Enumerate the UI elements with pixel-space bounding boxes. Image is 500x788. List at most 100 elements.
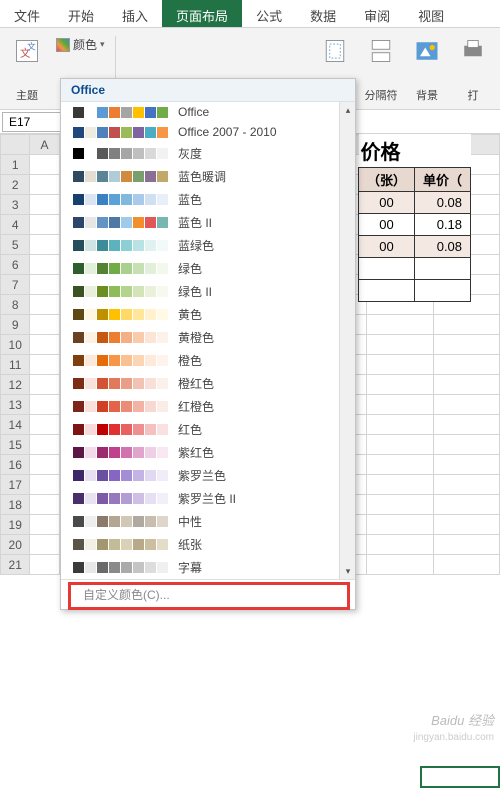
cell[interactable] xyxy=(433,455,499,475)
cell[interactable] xyxy=(30,315,59,335)
cell[interactable] xyxy=(433,315,499,335)
row-header-3[interactable]: 3 xyxy=(1,195,30,215)
cell[interactable] xyxy=(367,335,433,355)
cell[interactable] xyxy=(30,535,59,555)
theme-字幕[interactable]: 字幕 xyxy=(61,556,355,579)
tab-开始[interactable]: 开始 xyxy=(54,0,108,27)
cell[interactable] xyxy=(30,395,59,415)
theme-黄橙色[interactable]: 黄橙色 xyxy=(61,326,355,349)
cell[interactable] xyxy=(367,315,433,335)
cell[interactable] xyxy=(30,235,59,255)
cell[interactable] xyxy=(30,215,59,235)
theme-黄色[interactable]: 黄色 xyxy=(61,303,355,326)
row-header-11[interactable]: 11 xyxy=(1,355,30,375)
cell[interactable] xyxy=(433,335,499,355)
theme-紫罗兰色 II[interactable]: 紫罗兰色 II xyxy=(61,487,355,510)
row-header-7[interactable]: 7 xyxy=(1,275,30,295)
tab-数据[interactable]: 数据 xyxy=(296,0,350,27)
cell[interactable] xyxy=(30,195,59,215)
theme-纸张[interactable]: 纸张 xyxy=(61,533,355,556)
row-header-17[interactable]: 17 xyxy=(1,475,30,495)
row-header-1[interactable]: 1 xyxy=(1,155,30,175)
cell[interactable] xyxy=(30,475,59,495)
row-header-18[interactable]: 18 xyxy=(1,495,30,515)
theme-绿色[interactable]: 绿色 xyxy=(61,257,355,280)
row-header-10[interactable]: 10 xyxy=(1,335,30,355)
theme-橙红色[interactable]: 橙红色 xyxy=(61,372,355,395)
theme-蓝色[interactable]: 蓝色 xyxy=(61,188,355,211)
row-header-14[interactable]: 14 xyxy=(1,415,30,435)
colors-button[interactable]: 颜色 ▾ xyxy=(52,34,109,55)
breaks-button[interactable]: 分隔符 xyxy=(360,32,402,105)
scroll-up-icon[interactable]: ▴ xyxy=(340,102,355,118)
cell[interactable] xyxy=(30,555,59,575)
cell[interactable] xyxy=(367,435,433,455)
theme-灰度[interactable]: 灰度 xyxy=(61,142,355,165)
col-header-A[interactable]: A xyxy=(30,135,59,155)
cell[interactable] xyxy=(30,415,59,435)
tab-文件[interactable]: 文件 xyxy=(0,0,54,27)
row-header-15[interactable]: 15 xyxy=(1,435,30,455)
cell[interactable] xyxy=(30,275,59,295)
row-header-2[interactable]: 2 xyxy=(1,175,30,195)
cell[interactable] xyxy=(367,535,433,555)
cell[interactable] xyxy=(30,335,59,355)
select-all[interactable] xyxy=(1,135,30,155)
theme-蓝绿色[interactable]: 蓝绿色 xyxy=(61,234,355,257)
cell[interactable] xyxy=(433,495,499,515)
row-header-19[interactable]: 19 xyxy=(1,515,30,535)
cell[interactable] xyxy=(433,395,499,415)
cell[interactable] xyxy=(433,435,499,455)
cell[interactable] xyxy=(30,435,59,455)
cell[interactable] xyxy=(433,475,499,495)
row-header-4[interactable]: 4 xyxy=(1,215,30,235)
cell[interactable] xyxy=(367,475,433,495)
themes-group[interactable]: 文文 主题 xyxy=(6,32,48,105)
theme-蓝色暖调[interactable]: 蓝色暖调 xyxy=(61,165,355,188)
tab-视图[interactable]: 视图 xyxy=(404,0,458,27)
cell[interactable] xyxy=(30,375,59,395)
theme-红色[interactable]: 红色 xyxy=(61,418,355,441)
cell[interactable] xyxy=(30,495,59,515)
theme-红橙色[interactable]: 红橙色 xyxy=(61,395,355,418)
cell[interactable] xyxy=(433,535,499,555)
scroll-down-icon[interactable]: ▾ xyxy=(340,563,355,579)
cell[interactable] xyxy=(367,455,433,475)
theme-蓝色 II[interactable]: 蓝色 II xyxy=(61,211,355,234)
cell[interactable] xyxy=(367,515,433,535)
cell[interactable] xyxy=(30,355,59,375)
cell[interactable] xyxy=(367,495,433,515)
background-button[interactable]: 背景 xyxy=(406,32,448,105)
row-header-12[interactable]: 12 xyxy=(1,375,30,395)
custom-colors-item[interactable]: 自定义颜色(C)... xyxy=(61,579,355,609)
cell[interactable] xyxy=(30,515,59,535)
cell[interactable] xyxy=(367,555,433,575)
row-header-21[interactable]: 21 xyxy=(1,555,30,575)
cell[interactable] xyxy=(30,455,59,475)
tab-插入[interactable]: 插入 xyxy=(108,0,162,27)
row-header-16[interactable]: 16 xyxy=(1,455,30,475)
row-header-5[interactable]: 5 xyxy=(1,235,30,255)
theme-紫红色[interactable]: 紫红色 xyxy=(61,441,355,464)
theme-绿色 II[interactable]: 绿色 II xyxy=(61,280,355,303)
cell[interactable] xyxy=(433,555,499,575)
theme-中性[interactable]: 中性 xyxy=(61,510,355,533)
row-header-8[interactable]: 8 xyxy=(1,295,30,315)
cell[interactable] xyxy=(367,375,433,395)
tab-审阅[interactable]: 审阅 xyxy=(350,0,404,27)
cell[interactable] xyxy=(367,395,433,415)
row-header-13[interactable]: 13 xyxy=(1,395,30,415)
cell[interactable] xyxy=(30,175,59,195)
cell[interactable] xyxy=(30,255,59,275)
theme-Office 2007 - 2010[interactable]: Office 2007 - 2010 xyxy=(61,122,355,142)
cell[interactable] xyxy=(433,355,499,375)
row-header-9[interactable]: 9 xyxy=(1,315,30,335)
tab-公式[interactable]: 公式 xyxy=(242,0,296,27)
cell[interactable] xyxy=(30,295,59,315)
theme-Office[interactable]: Office xyxy=(61,102,355,122)
theme-紫罗兰色[interactable]: 紫罗兰色 xyxy=(61,464,355,487)
row-header-20[interactable]: 20 xyxy=(1,535,30,555)
cell[interactable] xyxy=(433,515,499,535)
cell[interactable] xyxy=(433,375,499,395)
cell[interactable] xyxy=(367,415,433,435)
